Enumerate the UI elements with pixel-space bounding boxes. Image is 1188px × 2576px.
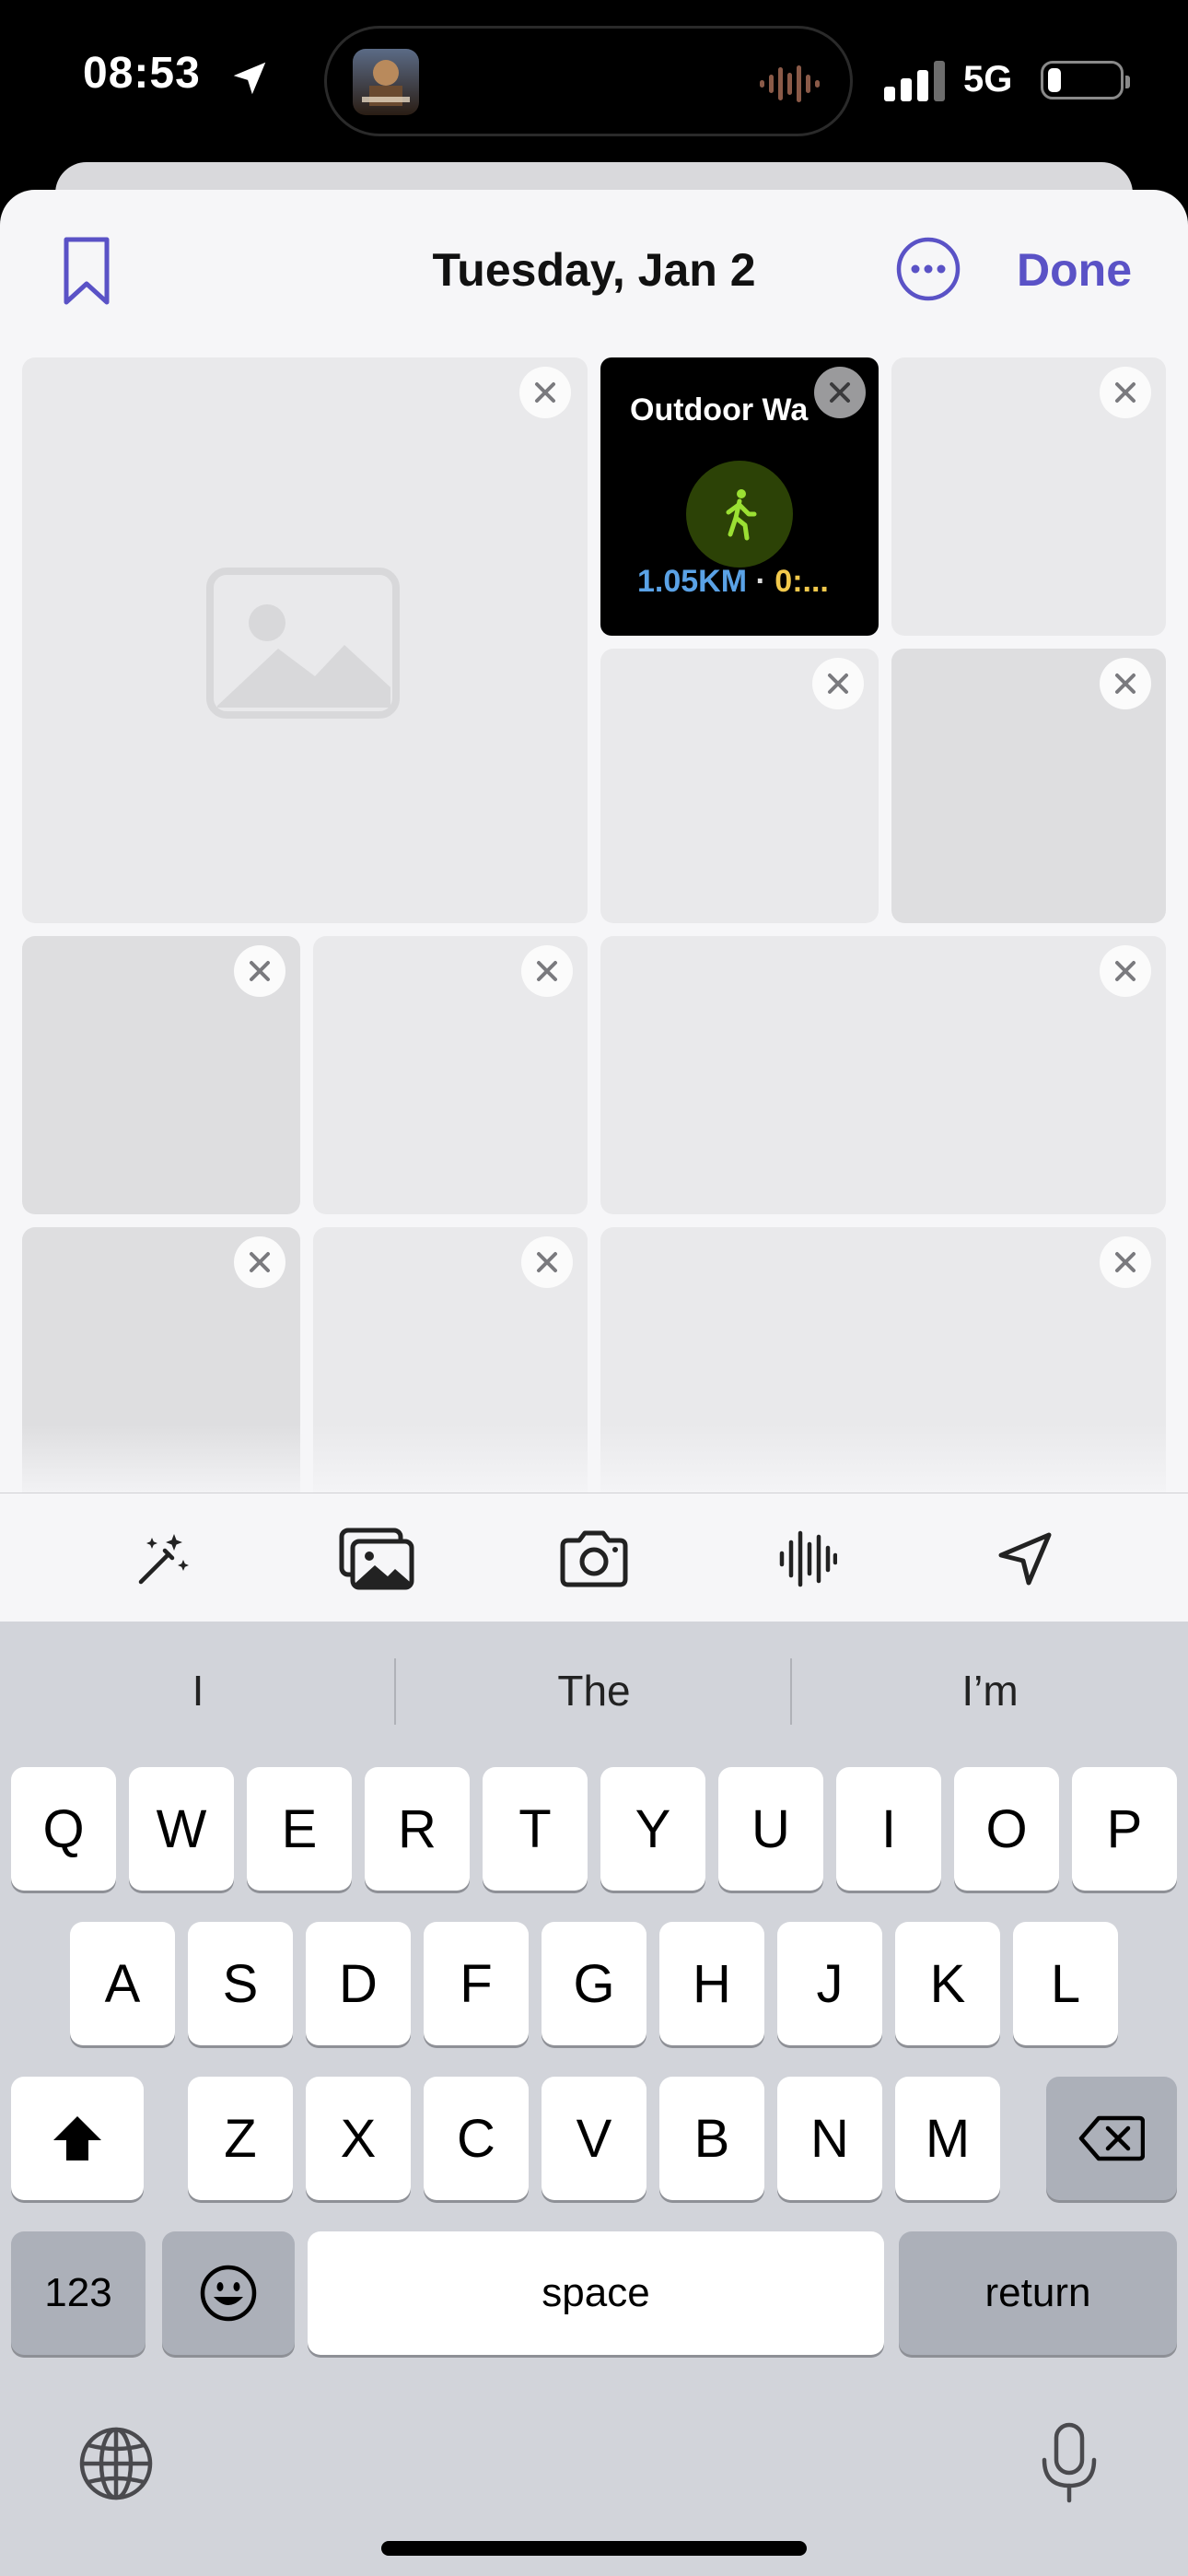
image-placeholder-icon	[206, 568, 400, 719]
page-title: Tuesday, Jan 2	[432, 244, 756, 296]
cellular-signal-icon	[884, 61, 945, 101]
network-type: 5G	[963, 59, 1013, 100]
media-tile[interactable]	[891, 357, 1166, 636]
microphone-icon[interactable]	[1039, 2421, 1100, 2506]
done-button[interactable]: Done	[1017, 243, 1132, 297]
delete-icon	[1078, 2115, 1145, 2161]
key-v[interactable]: V	[542, 2077, 646, 2200]
audio-waveform-icon	[760, 65, 820, 102]
key-l[interactable]: L	[1013, 1922, 1118, 2045]
close-icon[interactable]	[234, 945, 285, 997]
status-bar: 08:53 5G	[0, 0, 1188, 157]
now-playing-artwork	[353, 49, 419, 115]
key-k[interactable]: K	[895, 1922, 1000, 2045]
close-icon[interactable]	[1100, 658, 1151, 709]
shift-key[interactable]	[11, 2077, 144, 2200]
sheet-header: Tuesday, Jan 2 Done	[0, 190, 1188, 356]
key-p[interactable]: P	[1072, 1767, 1177, 1891]
key-g[interactable]: G	[542, 1922, 646, 2045]
entry-toolbar	[0, 1493, 1188, 1622]
key-e[interactable]: E	[247, 1767, 352, 1891]
emoji-icon	[200, 2265, 257, 2322]
return-key[interactable]: return	[899, 2231, 1177, 2355]
workout-tile[interactable]: Outdoor Wa 1.05KM · 0:...	[600, 357, 879, 636]
suggestion-1[interactable]: I	[0, 1622, 396, 1760]
media-tile[interactable]	[600, 649, 879, 923]
media-tile-wide[interactable]	[600, 936, 1166, 1214]
photo-library-icon[interactable]	[335, 1517, 418, 1600]
key-r[interactable]: R	[365, 1767, 470, 1891]
key-n[interactable]: N	[777, 2077, 882, 2200]
space-key[interactable]: space	[308, 2231, 884, 2355]
key-u[interactable]: U	[718, 1767, 823, 1891]
camera-icon[interactable]	[553, 1517, 635, 1600]
workout-title: Outdoor Wa	[630, 392, 809, 427]
key-f[interactable]: F	[424, 1922, 529, 2045]
delete-key[interactable]	[1046, 2077, 1177, 2200]
workout-duration: 0:...	[775, 564, 829, 599]
key-t[interactable]: T	[483, 1767, 588, 1891]
keyboard: I The I’m Q W E R T Y U I O P A S D F G …	[0, 1622, 1188, 2576]
workout-stats: 1.05KM · 0:...	[637, 564, 829, 600]
key-b[interactable]: B	[659, 2077, 764, 2200]
key-c[interactable]: C	[424, 2077, 529, 2200]
key-j[interactable]: J	[777, 1922, 882, 2045]
key-w[interactable]: W	[129, 1767, 234, 1891]
close-icon[interactable]	[234, 1236, 285, 1288]
home-indicator[interactable]	[381, 2541, 807, 2556]
suggestion-3[interactable]: I’m	[792, 1622, 1188, 1760]
key-i[interactable]: I	[836, 1767, 941, 1891]
status-time: 08:53	[83, 49, 201, 98]
key-q[interactable]: Q	[11, 1767, 116, 1891]
globe-icon[interactable]	[77, 2425, 155, 2502]
location-icon[interactable]	[984, 1517, 1066, 1600]
battery-icon	[1041, 61, 1130, 100]
key-y[interactable]: Y	[600, 1767, 705, 1891]
suggestion-2[interactable]: The	[396, 1622, 792, 1760]
workout-distance: 1.05KM	[637, 564, 748, 599]
close-icon[interactable]	[1100, 367, 1151, 418]
location-arrow-icon	[233, 62, 266, 95]
key-z[interactable]: Z	[188, 2077, 293, 2200]
key-s[interactable]: S	[188, 1922, 293, 2045]
key-o[interactable]: O	[954, 1767, 1059, 1891]
key-x[interactable]: X	[306, 2077, 411, 2200]
close-icon[interactable]	[814, 367, 866, 418]
walking-figure-icon	[686, 461, 793, 568]
key-a[interactable]: A	[70, 1922, 175, 2045]
close-icon[interactable]	[519, 367, 571, 418]
close-icon[interactable]	[1100, 945, 1151, 997]
audio-record-icon[interactable]	[766, 1517, 849, 1600]
key-m[interactable]: M	[895, 2077, 1000, 2200]
key-d[interactable]: D	[306, 1922, 411, 2045]
shift-icon	[53, 2116, 101, 2160]
scroll-fade	[0, 1424, 1188, 1498]
close-icon[interactable]	[521, 1236, 573, 1288]
magic-wand-icon[interactable]	[122, 1517, 205, 1600]
more-icon[interactable]	[895, 236, 961, 302]
close-icon[interactable]	[521, 945, 573, 997]
stat-separator: ·	[755, 564, 766, 599]
close-icon[interactable]	[1100, 1236, 1151, 1288]
key-h[interactable]: H	[659, 1922, 764, 2045]
media-tile[interactable]	[22, 936, 300, 1214]
dynamic-island[interactable]	[324, 26, 853, 136]
close-icon[interactable]	[812, 658, 864, 709]
emoji-key[interactable]	[162, 2231, 295, 2355]
media-tile[interactable]	[313, 936, 588, 1214]
media-tile[interactable]	[891, 649, 1166, 923]
numbers-key[interactable]: 123	[11, 2231, 146, 2355]
media-tile-photo-placeholder[interactable]	[22, 357, 588, 923]
